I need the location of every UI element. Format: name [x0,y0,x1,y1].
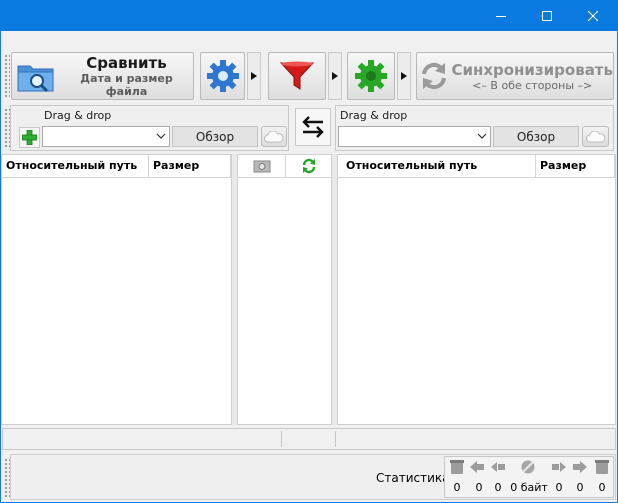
no-change-icon [521,460,535,474]
maximize-button[interactable] [524,0,570,31]
chevron-right-icon [251,72,257,80]
plus-icon [22,130,37,145]
overwrite-right-icon [552,462,566,472]
sync-green-icon [302,158,315,174]
chevron-right-icon [332,72,338,80]
close-icon [587,10,599,21]
compare-category-icon [253,160,270,173]
right-file-grid[interactable]: Относительный путь Размер [337,154,616,425]
right-browse-button[interactable]: Обзор [493,126,579,147]
stat-overwrite-right-count: 0 [555,481,563,494]
right-column-relative-path[interactable]: Относительный путь [338,155,536,177]
arrow-right-icon [573,461,587,473]
gear-blue-icon [206,60,239,92]
overwrite-left-icon [491,462,505,472]
compare-settings-dropdown[interactable] [247,52,261,100]
sync-settings-button[interactable] [347,52,395,100]
add-folder-pair-button[interactable] [19,127,40,148]
cloud-icon [264,130,284,142]
minimize-icon [496,15,506,17]
filter-dropdown[interactable] [328,52,342,100]
maximize-icon [542,10,552,21]
delete-left-icon [450,460,464,474]
left-column-size[interactable]: Размер [149,155,231,177]
middle-action-grid[interactable] [237,154,332,425]
left-file-grid[interactable]: Относительный путь Размер [1,154,232,425]
folder-search-icon [12,53,60,99]
minimize-button[interactable] [478,0,524,31]
status-divider [335,431,336,447]
status-divider [281,431,282,447]
right-grid-header: Относительный путь Размер [338,155,615,178]
stat-copy-left-count: 0 [475,481,483,494]
stat-copy-right-count: 0 [576,481,584,494]
chevron-right-icon [401,72,407,80]
left-column-relative-path[interactable]: Относительный путь [2,155,149,177]
gear-green-icon [355,60,387,92]
right-cloud-button[interactable] [582,126,609,147]
right-folder-input[interactable] [338,126,491,147]
status-bar [2,428,616,450]
left-drag-drop-label: Drag & drop [44,109,112,122]
cloud-icon [585,130,605,142]
sync-arrows-icon [417,53,451,99]
toolbar-grip[interactable] [4,54,10,98]
filter-button[interactable] [268,52,326,100]
stat-data-size: 0 байт [510,481,548,494]
right-column-size[interactable]: Размер [536,155,615,177]
left-grid-header: Относительный путь Размер [2,155,231,178]
right-drag-drop-label: Drag & drop [340,109,408,122]
compare-variant-label: Дата и размер файла [80,72,173,98]
delete-right-icon [595,460,609,474]
close-button[interactable] [570,0,616,31]
middle-grid-header [238,155,331,178]
swap-arrows-icon [302,116,324,138]
left-cloud-button[interactable] [261,126,287,147]
sync-variant-label: <– В обе стороны –> [472,78,593,92]
sync-settings-dropdown[interactable] [397,52,411,100]
compare-button[interactable]: Сравнить Дата и размер файла [11,52,194,100]
compare-label: Сравнить [86,54,167,72]
statistics-label: Статистика: [376,471,454,485]
left-folder-input[interactable] [42,126,170,147]
chevron-down-icon [156,133,166,139]
action-column[interactable] [286,155,331,177]
stat-delete-right-count: 0 [598,481,606,494]
synchronize-label: Синхронизировать [451,60,613,79]
stat-delete-left-count: 0 [453,481,461,494]
synchronize-button[interactable]: Синхронизировать <– В обе стороны –> [416,52,614,100]
arrow-left-icon [470,461,484,473]
filter-icon [279,61,315,90]
stat-overwrite-left-count: 0 [494,481,502,494]
category-column[interactable] [238,155,286,177]
compare-settings-button[interactable] [200,52,245,100]
left-browse-button[interactable]: Обзор [172,126,258,147]
chevron-down-icon [477,133,487,139]
swap-sides-button[interactable] [295,108,331,146]
